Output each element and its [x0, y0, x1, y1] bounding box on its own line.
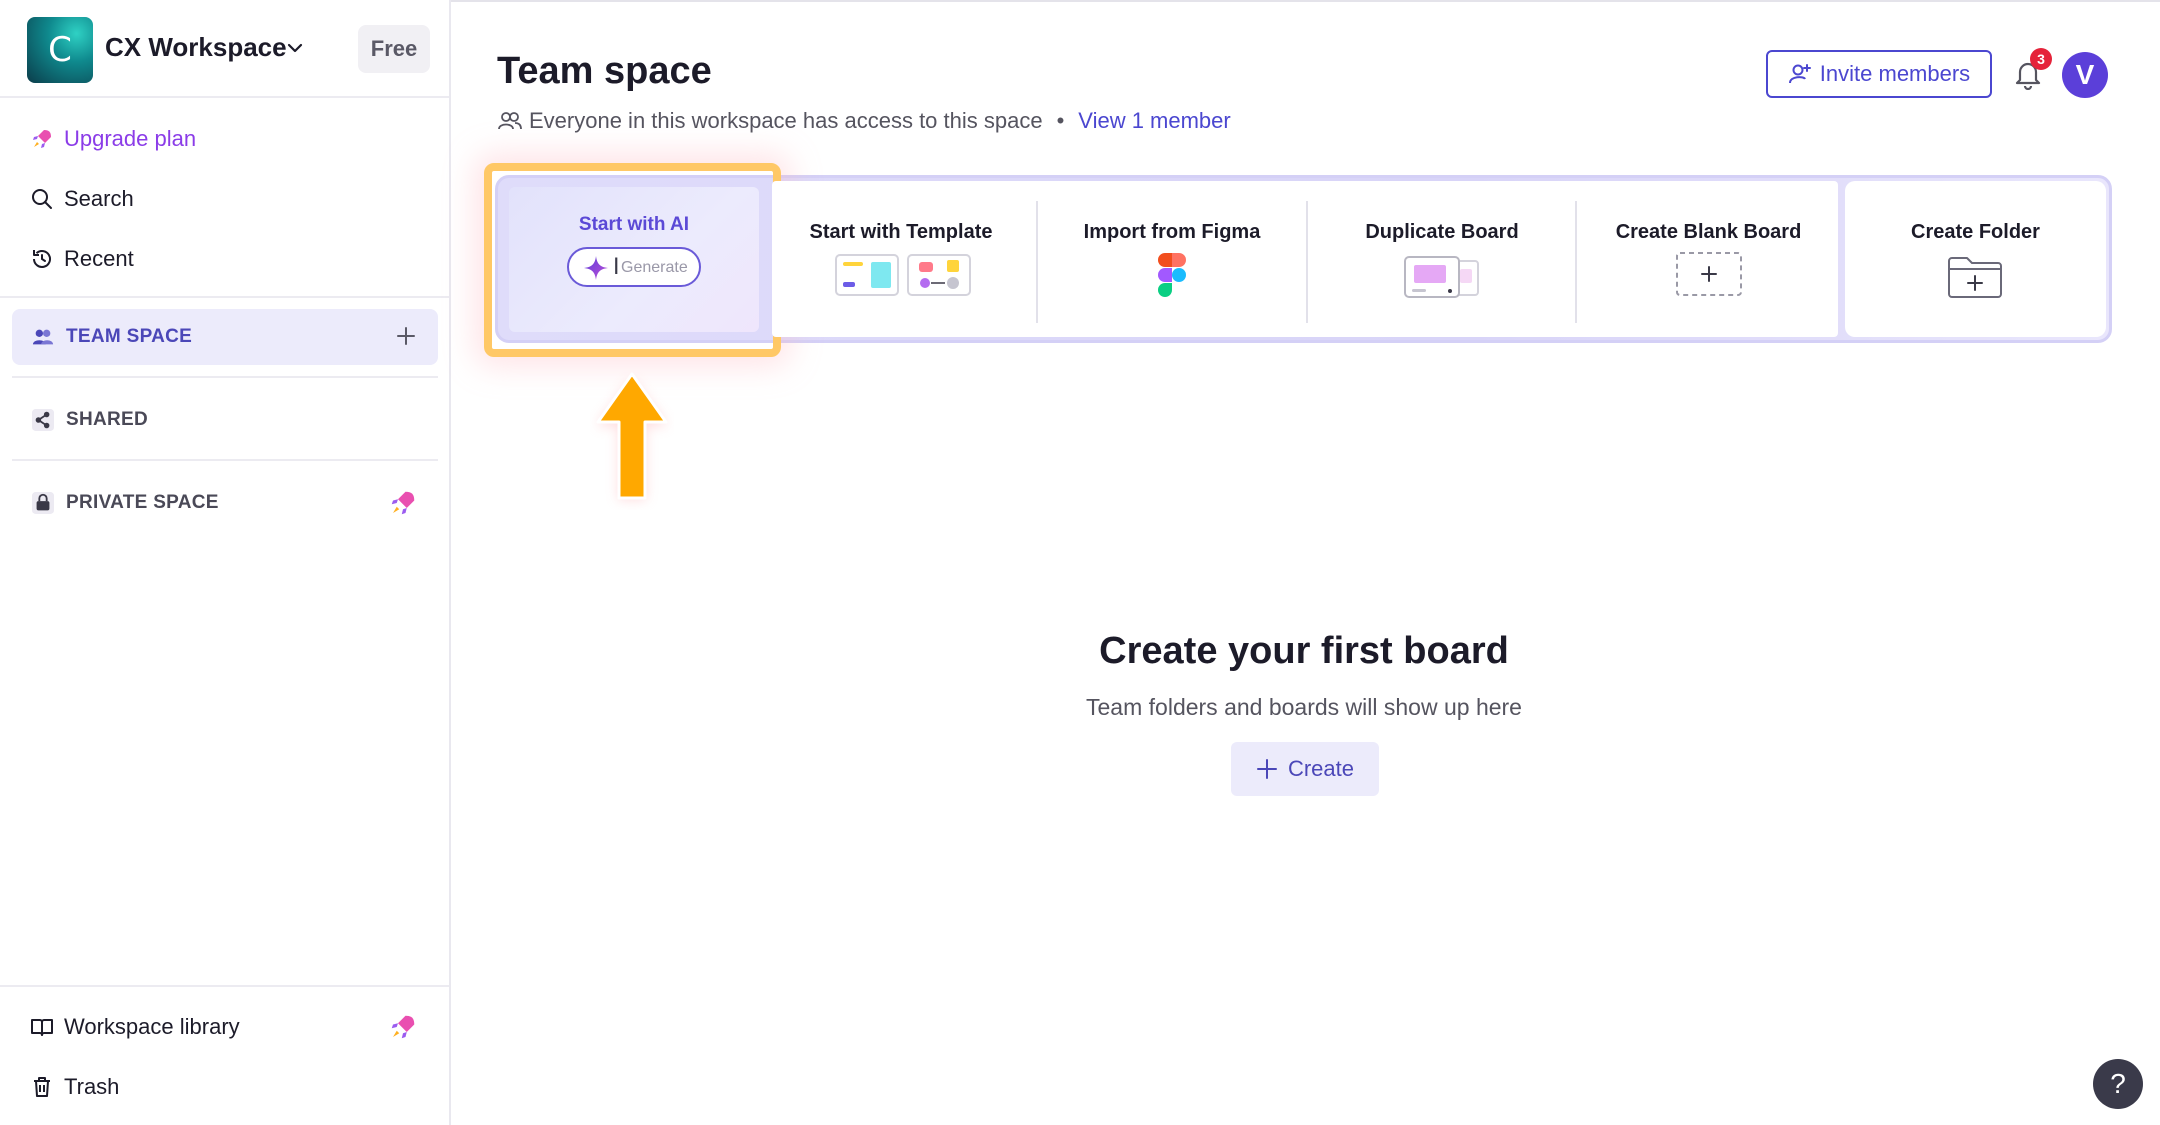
sidebar-item-workspace-library[interactable]: Workspace library: [30, 1007, 240, 1047]
create-blank-board-card[interactable]: Create Blank Board: [1579, 181, 1838, 337]
upgrade-plan-label: Upgrade plan: [64, 126, 197, 151]
add-icon[interactable]: [394, 324, 418, 348]
arrow-up-icon: [596, 372, 668, 500]
duplicate-board-card[interactable]: Duplicate Board: [1310, 181, 1574, 337]
sidebar-item-label: Workspace library: [64, 1014, 240, 1039]
separator: [1306, 201, 1308, 323]
empty-state-title: Create your first board: [1099, 630, 1509, 672]
sidebar: C CX Workspace Free Upgrade plan Search …: [0, 0, 451, 1125]
view-members-link[interactable]: View 1 member: [1078, 108, 1230, 134]
add-user-icon: [1788, 64, 1811, 84]
book-icon: [31, 1019, 53, 1036]
sidebar-item-label: Recent: [64, 246, 134, 271]
action-cards-panel: Start with Template Import from Figma Du…: [772, 181, 1838, 337]
card-label: Import from Figma: [1083, 221, 1261, 243]
figma-icon: [1158, 253, 1186, 297]
template-icon: [835, 254, 971, 296]
empty-state-subtitle: Team folders and boards will show up her…: [1086, 694, 1522, 720]
team-icon: [32, 329, 54, 345]
upgrade-plan-link[interactable]: Upgrade plan: [30, 119, 196, 159]
search-icon: [32, 189, 52, 209]
plus-icon: [1256, 759, 1277, 779]
notification-badge: 3: [2030, 48, 2052, 70]
workspace-name[interactable]: CX Workspace: [105, 32, 287, 63]
start-with-template-card[interactable]: Start with Template: [772, 181, 1030, 337]
generate-placeholder: Generate: [621, 259, 688, 276]
card-label: Start with Template: [809, 221, 993, 243]
create-button[interactable]: Create: [1231, 742, 1379, 796]
sidebar-item-search[interactable]: Search: [30, 179, 134, 219]
card-label: Start with AI: [578, 214, 690, 235]
folder-plus-icon: [1948, 257, 2002, 298]
help-button[interactable]: ?: [2093, 1059, 2143, 1109]
invite-members-label: Invite members: [1819, 61, 1971, 86]
lock-icon: [32, 492, 54, 514]
workspace-switcher[interactable]: C CX Workspace Free: [0, 0, 449, 98]
share-icon: [32, 409, 54, 431]
space-label: SHARED: [66, 409, 149, 430]
plan-badge[interactable]: Free: [358, 25, 430, 73]
sidebar-divider: [12, 459, 438, 461]
sidebar-divider: [0, 985, 449, 987]
duplicate-icon: [1404, 256, 1479, 298]
import-from-figma-card[interactable]: Import from Figma: [1040, 181, 1304, 337]
people-icon: [498, 112, 522, 130]
invite-members-button[interactable]: Invite members: [1766, 50, 1992, 98]
text-cursor-icon: I: [613, 255, 620, 280]
history-icon: [33, 250, 51, 268]
create-label: Create: [1287, 756, 1355, 781]
sidebar-item-private-space[interactable]: PRIVATE SPACE: [12, 475, 438, 531]
sidebar-item-trash[interactable]: Trash: [30, 1067, 119, 1107]
rocket-icon: [33, 130, 51, 148]
separator: [1036, 201, 1038, 323]
sidebar-item-label: Search: [64, 186, 134, 211]
avatar[interactable]: V: [2062, 52, 2108, 98]
blank-board-icon: [1676, 252, 1742, 296]
card-label: Create Blank Board: [1615, 221, 1802, 243]
workspace-logo: C: [27, 17, 93, 83]
start-with-ai-card[interactable]: Start with AI I Generate: [509, 187, 759, 332]
sidebar-divider: [12, 376, 438, 378]
separator: [1575, 201, 1577, 323]
trash-icon: [34, 1077, 50, 1097]
sidebar-item-shared[interactable]: SHARED: [12, 392, 438, 448]
rocket-icon: [391, 1015, 415, 1039]
sidebar-item-recent[interactable]: Recent: [30, 239, 134, 279]
top-border: [451, 0, 2160, 2]
sidebar-item-team-space[interactable]: TEAM SPACE: [12, 309, 438, 365]
access-text: Everyone in this workspace has access to…: [529, 108, 1043, 133]
card-label: Create Folder: [1911, 221, 2040, 243]
card-label: Duplicate Board: [1365, 221, 1519, 243]
chevron-down-icon[interactable]: [285, 38, 305, 58]
separator-dot: •: [1056, 108, 1065, 133]
page-title: Team space: [497, 50, 712, 92]
create-folder-card[interactable]: Create Folder: [1845, 181, 2106, 337]
sidebar-item-label: Trash: [64, 1074, 120, 1099]
space-access-info: Everyone in this workspace has access to…: [497, 108, 1231, 134]
rocket-icon: [391, 491, 415, 515]
space-label: PRIVATE SPACE: [66, 492, 219, 513]
sidebar-divider: [0, 296, 449, 298]
space-label: TEAM SPACE: [66, 326, 193, 347]
generate-input[interactable]: I Generate: [567, 247, 701, 287]
sparkle-icon: [584, 256, 608, 280]
